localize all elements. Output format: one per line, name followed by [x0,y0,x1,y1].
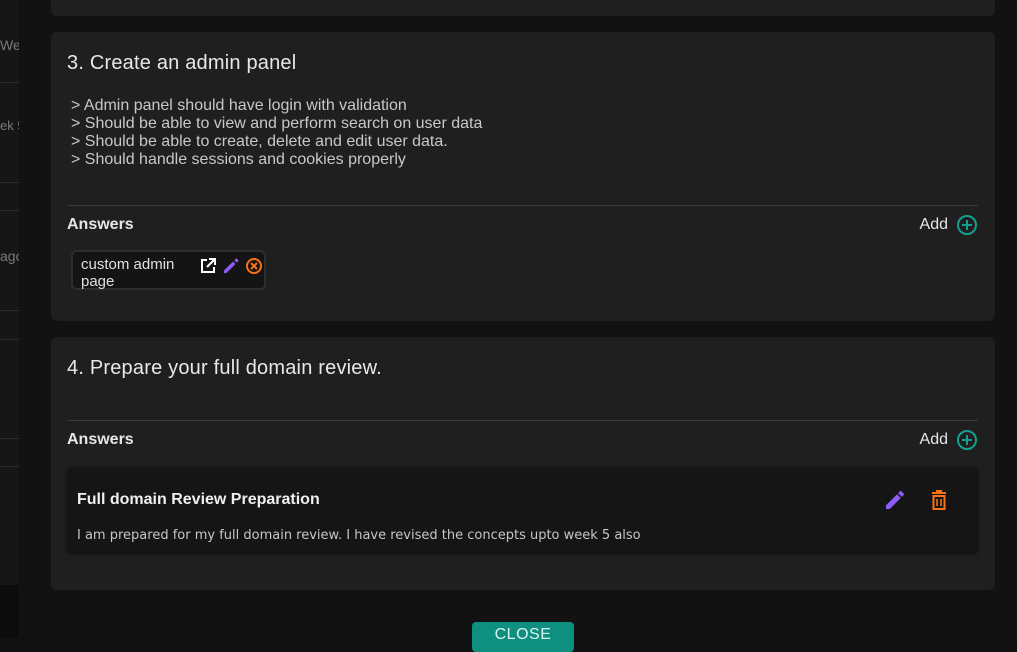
task-title: 3. Create an admin panel [67,52,297,74]
background-divider [0,182,19,183]
description-line: > Should handle sessions and cookies pro… [71,151,406,168]
background-page: Wee ek 5 ago [0,0,19,585]
background-text-fragment: ek 5 [0,118,19,133]
section-divider [67,205,978,206]
background-divider [0,339,19,340]
background-divider [0,82,19,83]
trash-icon[interactable] [927,488,951,512]
task-title: 4. Prepare your full domain review. [67,357,382,379]
add-circle-icon [956,429,978,451]
background-text-fragment: ago [0,248,19,264]
description-line: > Should be able to create, delete and e… [71,133,448,150]
task-card-previous [51,0,995,16]
answers-heading: Answers [67,216,134,233]
answers-heading: Answers [67,431,134,448]
answer-chip: custom admin page [71,250,266,290]
background-divider [0,438,19,439]
add-answer-label: Add [919,431,948,448]
answer-chip-label: custom admin page [81,256,175,290]
background-divider [0,210,19,211]
cancel-circle-icon[interactable] [245,257,263,275]
task-description: > Admin panel should have login with val… [71,97,482,169]
pencil-icon[interactable] [883,488,907,512]
task-modal: 3. Create an admin panel > Admin panel s… [19,0,1017,652]
add-circle-icon [956,214,978,236]
description-line: > Admin panel should have login with val… [71,97,407,114]
open-in-new-icon[interactable] [199,257,217,275]
background-text-fragment: Wee [0,37,19,53]
answer-body: I am prepared for my full domain review.… [77,528,641,543]
task-card-3: 3. Create an admin panel > Admin panel s… [51,32,995,321]
answer-card: Full domain Review Preparation I am prep… [67,467,978,553]
section-divider [67,420,978,421]
background-page-bottom [0,585,19,638]
description-line: > Should be able to view and perform sea… [71,115,483,132]
add-answer-label: Add [919,216,948,233]
background-divider [0,466,19,467]
close-button[interactable]: CLOSE [472,622,574,652]
add-answer-button[interactable]: Add [920,214,978,236]
answer-title: Full domain Review Preparation [77,491,320,508]
add-answer-button[interactable]: Add [920,429,978,451]
pencil-icon[interactable] [222,257,240,275]
background-divider [0,310,19,311]
task-card-4: 4. Prepare your full domain review. Answ… [51,337,995,590]
